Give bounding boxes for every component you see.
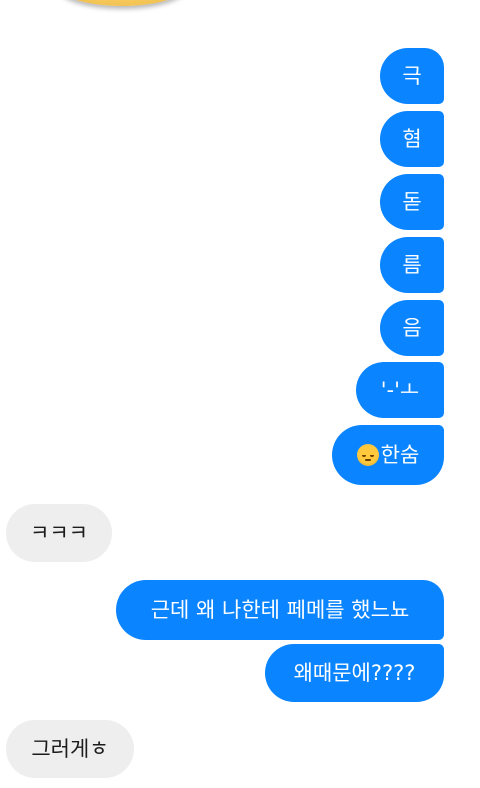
message-text: 극: [402, 63, 422, 88]
message-bubble-sent[interactable]: 돋: [380, 174, 444, 230]
message-text: 혐: [402, 126, 422, 151]
message-text: 그러게ㅎ: [31, 736, 109, 761]
message-bubble-sent[interactable]: 름: [380, 237, 444, 293]
message-bubble-sent[interactable]: 왜때문에????: [265, 644, 444, 702]
message-text: 름: [402, 252, 422, 277]
message-bubble-sent[interactable]: 음: [380, 300, 444, 356]
message-text: 왜때문에????: [293, 660, 416, 685]
message-bubble-sent[interactable]: 한숨: [332, 425, 444, 485]
message-text: 한숨: [380, 442, 420, 467]
message-text: 돋: [402, 189, 422, 214]
message-bubble-received[interactable]: 그러게ㅎ: [6, 720, 134, 778]
message-bubble-sent[interactable]: 극: [380, 48, 444, 104]
message-text: ㅋㅋㅋ: [30, 520, 88, 545]
message-bubble-sent[interactable]: 근데 왜 나한테 페메를 했느뇨: [116, 580, 444, 640]
message-bubble-sent[interactable]: '-'ㅗ: [356, 362, 444, 418]
pensive-face-icon: [356, 444, 379, 466]
message-text: '-'ㅗ: [380, 377, 420, 402]
message-text: 음: [402, 315, 422, 340]
message-bubble-received[interactable]: ㅋㅋㅋ: [6, 504, 112, 562]
sticker-image[interactable]: [58, 0, 186, 6]
message-bubble-sent[interactable]: 혐: [380, 111, 444, 167]
message-text: 근데 왜 나한테 페메를 했느뇨: [150, 597, 410, 622]
